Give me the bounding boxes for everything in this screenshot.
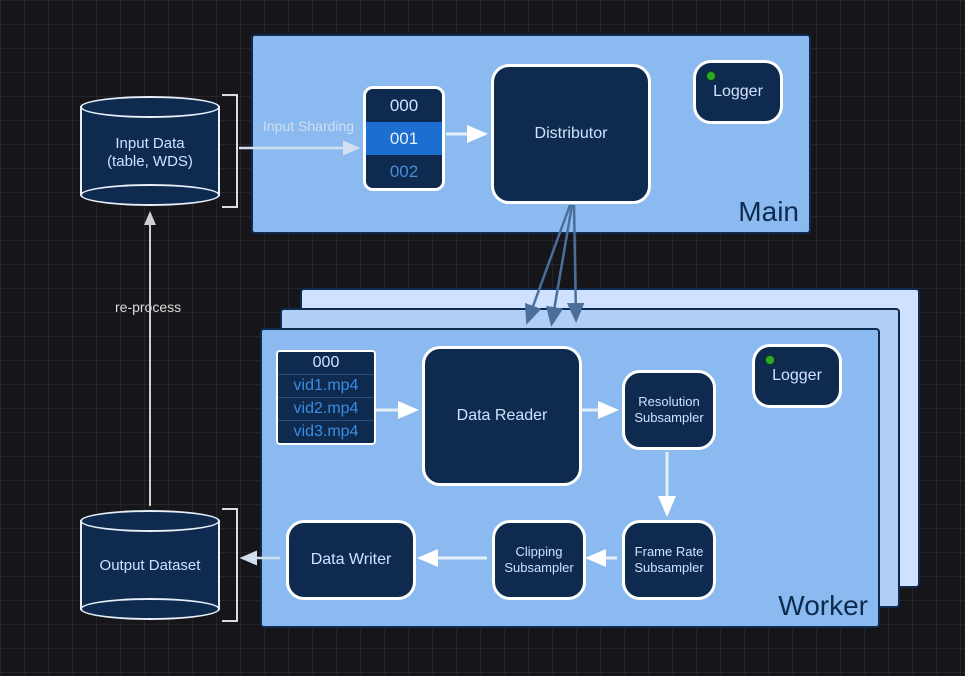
shard-002: 002 [366,155,442,188]
status-dot-icon [765,355,775,365]
worker-title: Worker [778,590,868,622]
file-row: vid1.mp4 [278,374,374,397]
file-list-head: 000 [278,352,374,374]
input-bracket [222,94,238,208]
input-data-label: Input Data (table, WDS) [80,135,220,171]
main-logger-box: Logger [693,60,783,124]
data-reader-box: Data Reader [422,346,582,486]
input-sharding-label: Input Sharding [263,118,354,134]
resolution-subsampler-box: Resolution Subsampler [622,370,716,450]
shard-list: 000 001 002 [363,86,445,191]
file-list: 000 vid1.mp4 vid2.mp4 vid3.mp4 [276,350,376,445]
worker-stack: Worker 000 vid1.mp4 vid2.mp4 vid3.mp4 Da… [260,288,920,608]
status-dot-icon [706,71,716,81]
worker-container: Worker 000 vid1.mp4 vid2.mp4 vid3.mp4 Da… [260,328,880,628]
clipping-subsampler-box: Clipping Subsampler [492,520,586,600]
input-data-cylinder: Input Data (table, WDS) [80,96,220,206]
reprocess-label: re-process [115,299,181,315]
output-dataset-label: Output Dataset [80,557,220,575]
output-dataset-cylinder: Output Dataset [80,510,220,620]
shard-001: 001 [366,122,442,155]
framerate-subsampler-box: Frame Rate Subsampler [622,520,716,600]
data-writer-box: Data Writer [286,520,416,600]
worker-logger-box: Logger [752,344,842,408]
output-bracket [222,508,238,622]
main-container: Main 000 001 002 Distributor Logger [251,34,811,234]
file-row: vid2.mp4 [278,397,374,420]
shard-000: 000 [366,89,442,122]
file-row: vid3.mp4 [278,420,374,443]
distributor-box: Distributor [491,64,651,204]
main-title: Main [738,196,799,228]
